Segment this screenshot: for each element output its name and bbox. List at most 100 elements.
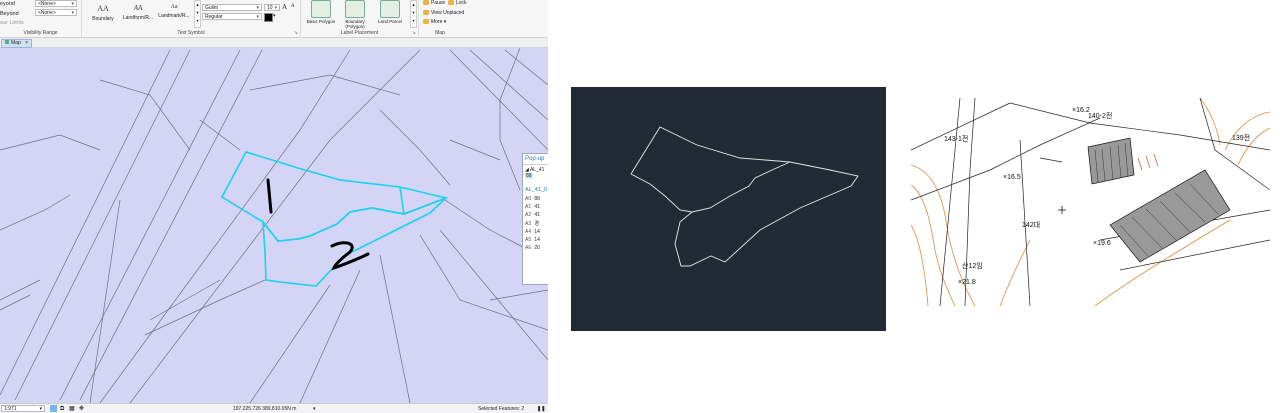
font-size-dropdown[interactable]: 10 <box>264 4 280 12</box>
popup-panel[interactable]: Pop-up ◢ AL_41 88 AL_41_0 A0 88 A1 41 A2 … <box>522 153 548 285</box>
more-icon <box>423 19 429 25</box>
font-color-dropdown-icon[interactable]: ▾ <box>273 13 276 19</box>
style-boundary-button[interactable]: AA Boundary <box>85 4 121 22</box>
style-name: Landmark/R... <box>158 13 190 19</box>
close-icon[interactable]: × <box>25 40 28 46</box>
row-key: A1 <box>525 204 532 210</box>
font-size-value: 10 <box>267 5 273 11</box>
button-label: Land Parcel <box>377 19 403 24</box>
row-value: 41 <box>534 204 540 210</box>
font-name-dropdown[interactable]: Gulim <box>202 4 262 12</box>
row-value: 경 <box>534 221 539 227</box>
style-glyph: Aa <box>170 4 178 10</box>
land-parcel-button[interactable]: Land Parcel <box>374 0 406 24</box>
style-glyph: AA <box>97 4 109 13</box>
shrink-font-button[interactable]: A <box>291 4 295 9</box>
placement-scroll[interactable]: ▲ ▼ ▾ <box>410 0 417 28</box>
popup-row: A2 41 <box>523 211 548 219</box>
tab-map-label: Map <box>11 40 21 46</box>
row-key: A5 <box>525 237 532 243</box>
gis-application-window: eyond <None> Beyond <None> ear Limits Vi… <box>0 0 548 413</box>
font-color-swatch[interactable] <box>264 13 273 22</box>
survey-label: 142대 <box>1022 221 1040 229</box>
out-beyond-dropdown[interactable]: <None> <box>35 0 77 8</box>
popup-title: Pop-up <box>523 154 548 165</box>
parcel-map-svg: 1 <box>0 48 548 403</box>
boundary-polygon-icon <box>345 0 365 18</box>
popup-row: A0 88 <box>523 195 548 203</box>
pause-label: Pause <box>431 0 446 6</box>
style-landmark-button[interactable]: Aa Landmark/R... <box>156 4 192 19</box>
view-unplaced-label: View Unplaced <box>431 10 465 16</box>
text-symbol-group-label: Text Symbol <box>177 30 205 36</box>
survey-label: 139전 <box>1232 133 1250 142</box>
cad-outline-svg <box>630 126 859 267</box>
tab-map[interactable]: Map × <box>1 39 33 48</box>
scale-dropdown[interactable]: 1:971 ▾ <box>1 405 45 412</box>
survey-label: ×16.5 <box>1003 174 1021 181</box>
dialog-launcher-icon[interactable]: ↘ <box>412 30 416 36</box>
row-value: 14 <box>534 229 540 235</box>
selected-features-count: Selected Features: 2 <box>478 406 525 412</box>
land-parcel-icon <box>380 0 400 18</box>
snapping-icon[interactable]: ⧉ <box>60 404 64 413</box>
out-beyond-label: eyond <box>0 1 15 7</box>
survey-label: ×21.8 <box>958 279 976 286</box>
scale-value: 1:971 <box>4 406 17 412</box>
text-symbol-group: AA Boundary AA Landform/R... Aa Landmark… <box>82 0 301 37</box>
row-value: 20 <box>534 245 540 251</box>
boundary-polygon-button[interactable]: Boundary (Polygon) <box>339 0 371 29</box>
popup-row: A1 41 <box>523 203 548 211</box>
row-key: A2 <box>525 212 532 218</box>
survey-label: ×16.2 <box>1072 107 1090 114</box>
pause-icon <box>423 0 429 6</box>
map-view[interactable]: 1 Pop-up ◢ AL_4188 AL_41_0 A0 88 A1 41 A… <box>0 48 548 403</box>
style-gallery-scroll[interactable]: ▲ ▼ ▾ <box>194 0 201 28</box>
popup-feature-item[interactable]: ◢ AL_41 88 <box>523 165 548 181</box>
more-label: More <box>431 19 443 25</box>
style-name: Landform/R... <box>122 15 154 21</box>
pause-drawing-icon[interactable]: ❚❚ <box>537 404 545 413</box>
chevron-down-icon[interactable]: ▾ <box>313 404 316 413</box>
row-key: A4 <box>525 229 532 235</box>
grow-font-button[interactable]: A <box>282 3 287 11</box>
coordinates-readout: 197,225.726 389,810.05N m <box>233 406 297 412</box>
in-beyond-dropdown[interactable]: <None> <box>35 9 77 17</box>
table-icon[interactable]: ▦ <box>69 404 75 413</box>
lock-button[interactable]: Lock <box>448 0 467 6</box>
view-tab-bar: Map × <box>0 38 548 48</box>
status-bar: 1:971 ▾ ⧉ ▦ ✥ 197,225.726 389,810.05N m … <box>0 403 548 413</box>
ribbon: eyond <None> Beyond <None> ear Limits Vi… <box>0 0 548 38</box>
visibility-range-group: eyond <None> Beyond <None> ear Limits Vi… <box>0 0 82 37</box>
font-style-dropdown[interactable]: Regular <box>202 13 262 21</box>
style-glyph: AA <box>133 4 143 12</box>
survey-label: 산12임 <box>962 261 983 270</box>
in-beyond-value: <None> <box>38 10 56 16</box>
style-landform-button[interactable]: AA Landform/R... <box>120 4 156 21</box>
lock-label: Lock <box>456 0 467 6</box>
basic-polygon-button[interactable]: Basic Polygon <box>305 0 337 24</box>
map-tab-icon <box>5 40 9 44</box>
popup-row: A4 14 <box>523 228 548 236</box>
map-group-label: Map <box>435 30 445 36</box>
lock-icon <box>448 0 454 6</box>
in-beyond-label: Beyond <box>0 11 19 17</box>
cad-outline-view <box>571 87 886 331</box>
popup-header: AL_41_0 <box>525 187 548 193</box>
more-button[interactable]: More ▾ <box>423 19 446 25</box>
row-value: 41 <box>534 212 540 218</box>
row-value: 88 <box>534 196 540 202</box>
chevron-down-icon: ▾ <box>39 406 42 412</box>
grid-toggle-icon[interactable] <box>50 405 57 412</box>
survey-label: 143-1전 <box>944 134 968 143</box>
pause-button[interactable]: Pause <box>423 0 445 6</box>
popup-row: A3 경 <box>523 219 548 228</box>
dialog-launcher-icon[interactable]: ↘ <box>294 30 298 36</box>
row-key: A0 <box>525 196 532 202</box>
clear-limits-button[interactable]: ear Limits <box>0 20 24 26</box>
label-placement-group: Basic Polygon Boundary (Polygon) Land Pa… <box>301 0 419 37</box>
navigator-icon[interactable]: ✥ <box>79 404 84 413</box>
survey-map-svg: 140-2전 ×16.2 ×16.5 ×19.6 ×21.8 139전 142대… <box>911 98 1270 306</box>
view-unplaced-button[interactable]: View Unplaced <box>423 10 464 16</box>
font-style-value: Regular <box>205 14 223 20</box>
